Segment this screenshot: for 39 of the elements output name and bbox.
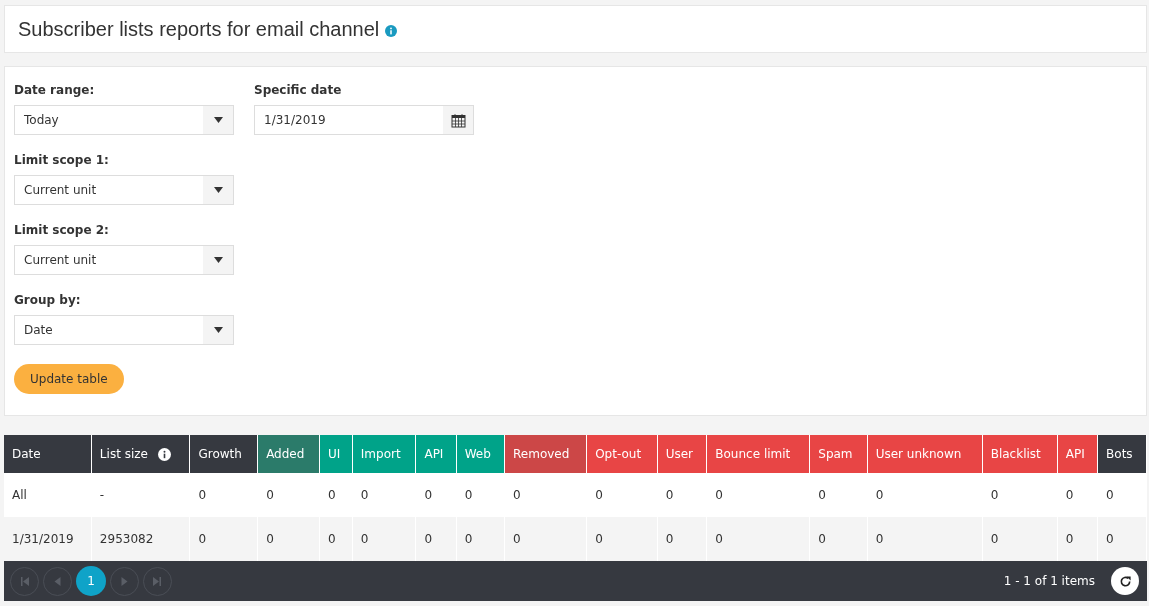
column-header[interactable]: UI xyxy=(319,435,353,473)
column-header[interactable]: Bounce limit xyxy=(706,435,810,473)
column-header[interactable]: User xyxy=(657,435,707,473)
field-label: Limit scope 2: xyxy=(14,223,110,237)
column-header[interactable]: Web xyxy=(456,435,505,473)
update-table-button[interactable]: Update table xyxy=(14,364,124,394)
dropdown[interactable]: Current unit xyxy=(14,175,234,205)
column-header[interactable]: User unknown xyxy=(867,435,983,473)
column-header[interactable]: Import xyxy=(352,435,416,473)
refresh-icon[interactable] xyxy=(1111,567,1139,595)
info-icon xyxy=(385,25,398,37)
page-title: Subscriber lists reports for email channel xyxy=(18,17,380,41)
field-label: Limit scope 1: xyxy=(14,153,110,167)
column-header[interactable]: Opt-out xyxy=(586,435,658,473)
column-header[interactable]: List size xyxy=(91,435,190,473)
column-header[interactable]: Blacklist xyxy=(982,435,1058,473)
column-header[interactable]: Added xyxy=(257,435,320,473)
column-header[interactable]: Removed xyxy=(504,435,587,473)
caret-icon xyxy=(213,187,223,193)
caret-icon xyxy=(213,327,223,333)
field-label: Date range: xyxy=(14,83,96,97)
column-header-label: List size xyxy=(99,447,148,461)
field-label: Group by: xyxy=(14,293,82,307)
column-header[interactable]: Growth xyxy=(189,435,258,473)
caret-icon xyxy=(213,257,223,263)
column-header[interactable]: API xyxy=(1057,435,1098,473)
dropdown[interactable]: Date xyxy=(14,315,234,345)
field-label: Specific date xyxy=(254,83,343,97)
calendar-icon xyxy=(450,112,466,128)
dropdown[interactable]: Today xyxy=(14,105,234,135)
page-button[interactable]: 1 xyxy=(76,566,106,596)
column-header[interactable]: Bots xyxy=(1097,435,1147,473)
items-summary: 1 - 1 of 1 items xyxy=(1003,574,1095,588)
column-header[interactable]: API xyxy=(415,435,457,473)
column-header[interactable]: Spam xyxy=(809,435,868,473)
caret-icon xyxy=(213,117,223,123)
column-header[interactable]: Date xyxy=(4,435,92,473)
date-field[interactable]: 1/31/2019 xyxy=(254,105,474,135)
dropdown[interactable]: Current unit xyxy=(14,245,234,275)
